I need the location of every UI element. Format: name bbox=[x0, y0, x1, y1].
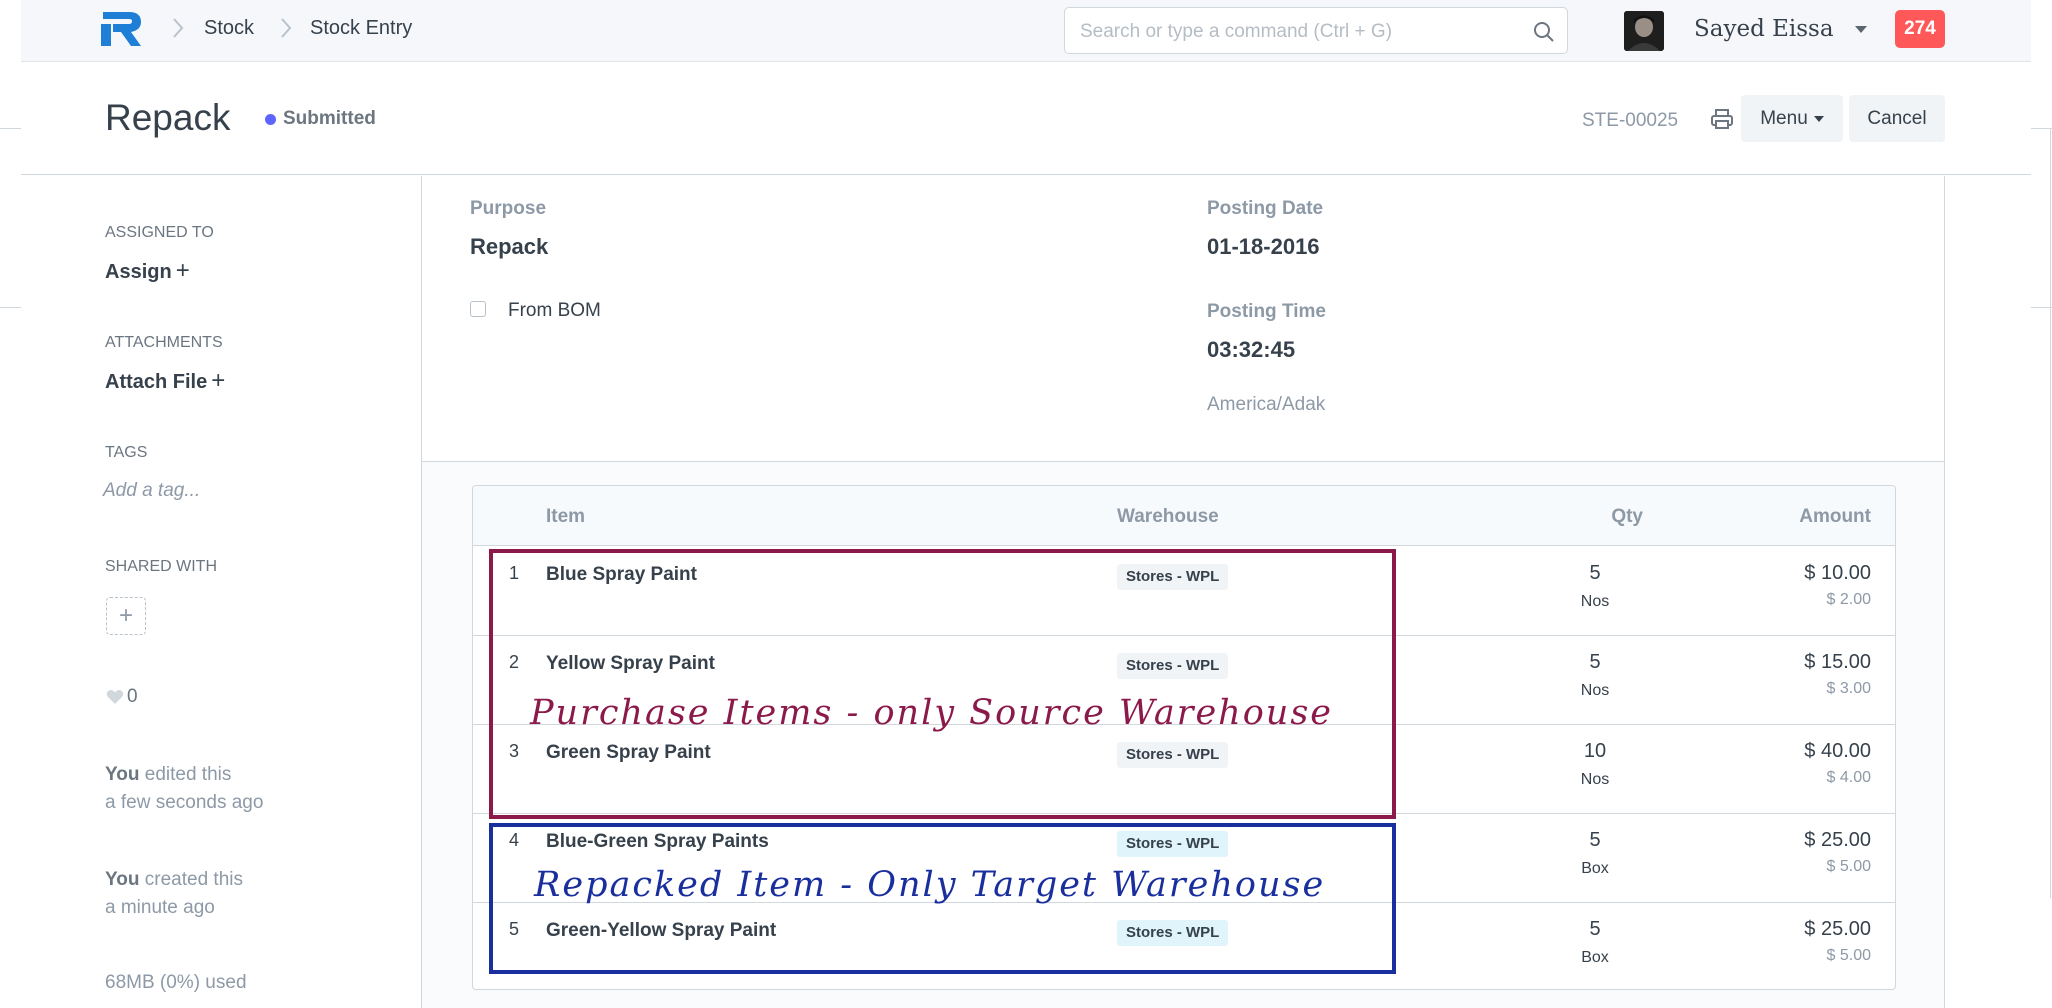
chevron-right-icon bbox=[173, 18, 184, 38]
activity-item: You edited this a few seconds ago bbox=[105, 761, 263, 817]
uom-value: Nos bbox=[1580, 771, 1610, 788]
table-header: Item Warehouse Qty Amount bbox=[473, 486, 1895, 546]
activity-action: created this bbox=[144, 869, 243, 890]
like-count: 0 bbox=[127, 686, 138, 707]
plus-icon: + bbox=[175, 257, 190, 284]
column-header-warehouse: Warehouse bbox=[1117, 506, 1219, 527]
menu-button-label: Menu bbox=[1760, 108, 1808, 129]
rate-value: $ 5.00 bbox=[1826, 858, 1871, 875]
column-header-amount: Amount bbox=[1799, 506, 1871, 527]
search-placeholder: Search or type a command (Ctrl + G) bbox=[1080, 21, 1393, 42]
qty-value: 5 bbox=[1589, 651, 1601, 673]
amount-value: $ 25.00 bbox=[1804, 918, 1871, 940]
qty-value: 5 bbox=[1589, 829, 1601, 851]
plus-icon: + bbox=[118, 602, 133, 629]
plus-icon: + bbox=[211, 367, 226, 394]
timezone-text: America/Adak bbox=[1207, 394, 1326, 415]
amount-value: $ 15.00 bbox=[1804, 651, 1871, 673]
caret-down-icon bbox=[1813, 115, 1824, 122]
add-share-button[interactable]: + bbox=[106, 597, 146, 635]
page-title: Repack bbox=[105, 97, 231, 138]
assign-button[interactable]: Assign + bbox=[105, 257, 190, 285]
posting-time-label: Posting Time bbox=[1207, 301, 1326, 322]
uom-value: Box bbox=[1581, 949, 1609, 966]
amount-value: $ 25.00 bbox=[1804, 829, 1871, 851]
attach-file-label: Attach File bbox=[105, 371, 208, 393]
app-logo-icon[interactable] bbox=[99, 10, 143, 48]
heart-icon bbox=[106, 690, 124, 704]
user-menu[interactable]: Sayed Eissa bbox=[1694, 16, 1834, 42]
status-badge: Submitted bbox=[283, 108, 376, 129]
notification-badge[interactable]: 274 bbox=[1895, 10, 1945, 48]
qty-value: 10 bbox=[1583, 740, 1607, 762]
storage-usage: 68MB (0%) used bbox=[105, 972, 247, 993]
search-input[interactable]: Search or type a command (Ctrl + G) bbox=[1064, 7, 1568, 54]
posting-date-value: 01-18-2016 bbox=[1207, 234, 1320, 259]
qty-value: 5 bbox=[1589, 562, 1601, 584]
uom-value: Nos bbox=[1580, 593, 1610, 610]
like-button[interactable]: 0 bbox=[106, 686, 138, 708]
chevron-right-icon bbox=[281, 18, 292, 38]
target-warehouse-annotation: Repacked Item - Only Target Warehouse bbox=[534, 865, 1326, 905]
purpose-value: Repack bbox=[470, 234, 549, 259]
rate-value: $ 4.00 bbox=[1826, 769, 1871, 786]
assign-label: Assign bbox=[105, 261, 172, 283]
activity-user: You bbox=[105, 764, 140, 785]
posting-date-label: Posting Date bbox=[1207, 198, 1324, 219]
divider bbox=[2050, 128, 2051, 898]
breadcrumb-stock[interactable]: Stock bbox=[204, 17, 254, 40]
divider bbox=[0, 307, 21, 308]
search-icon[interactable] bbox=[1533, 21, 1555, 43]
qty-value: 5 bbox=[1589, 918, 1601, 940]
activity-time: a minute ago bbox=[105, 897, 215, 918]
activity-action: edited this bbox=[144, 764, 232, 785]
assigned-to-label: ASSIGNED TO bbox=[105, 224, 214, 241]
column-header-qty: Qty bbox=[1611, 506, 1643, 527]
source-warehouse-annotation: Purchase Items - only Source Warehouse bbox=[530, 693, 1334, 733]
source-items-highlight bbox=[489, 549, 1396, 819]
amount-value: $ 40.00 bbox=[1804, 740, 1871, 762]
cancel-button[interactable]: Cancel bbox=[1849, 95, 1945, 142]
activity-item: You created this a minute ago bbox=[105, 866, 243, 922]
activity-user: You bbox=[105, 869, 140, 890]
uom-value: Nos bbox=[1580, 682, 1610, 699]
menu-button[interactable]: Menu bbox=[1741, 95, 1843, 142]
divider bbox=[2031, 307, 2052, 308]
top-navbar: Stock Stock Entry Search or type a comma… bbox=[21, 0, 2031, 62]
user-photo-icon bbox=[1624, 11, 1664, 51]
rate-value: $ 2.00 bbox=[1826, 591, 1871, 608]
avatar[interactable] bbox=[1624, 11, 1664, 51]
document-name: STE-00025 bbox=[1582, 110, 1679, 131]
purpose-label: Purpose bbox=[470, 198, 547, 219]
amount-value: $ 10.00 bbox=[1804, 562, 1871, 584]
caret-down-icon[interactable] bbox=[1855, 26, 1867, 33]
divider bbox=[2031, 128, 2052, 129]
rate-value: $ 3.00 bbox=[1826, 680, 1871, 697]
divider bbox=[0, 128, 21, 129]
breadcrumb-stock-entry[interactable]: Stock Entry bbox=[310, 17, 412, 40]
shared-with-label: SHARED WITH bbox=[105, 558, 217, 575]
uom-value: Box bbox=[1581, 860, 1609, 877]
from-bom-label: From BOM bbox=[508, 300, 601, 321]
activity-time: a few seconds ago bbox=[105, 792, 264, 813]
from-bom-checkbox[interactable] bbox=[470, 301, 486, 317]
page-header: Repack Submitted STE-00025 Menu Cancel bbox=[21, 63, 2031, 175]
rate-value: $ 5.00 bbox=[1826, 947, 1871, 964]
add-tag-input[interactable]: Add a tag... bbox=[103, 480, 200, 502]
tags-label: TAGS bbox=[105, 444, 148, 461]
posting-time-value: 03:32:45 bbox=[1207, 337, 1296, 362]
status-indicator-icon bbox=[265, 114, 276, 125]
column-header-item: Item bbox=[546, 506, 586, 527]
attachments-label: ATTACHMENTS bbox=[105, 334, 223, 351]
print-icon[interactable] bbox=[1709, 106, 1735, 132]
attach-file-button[interactable]: Attach File + bbox=[105, 367, 225, 395]
